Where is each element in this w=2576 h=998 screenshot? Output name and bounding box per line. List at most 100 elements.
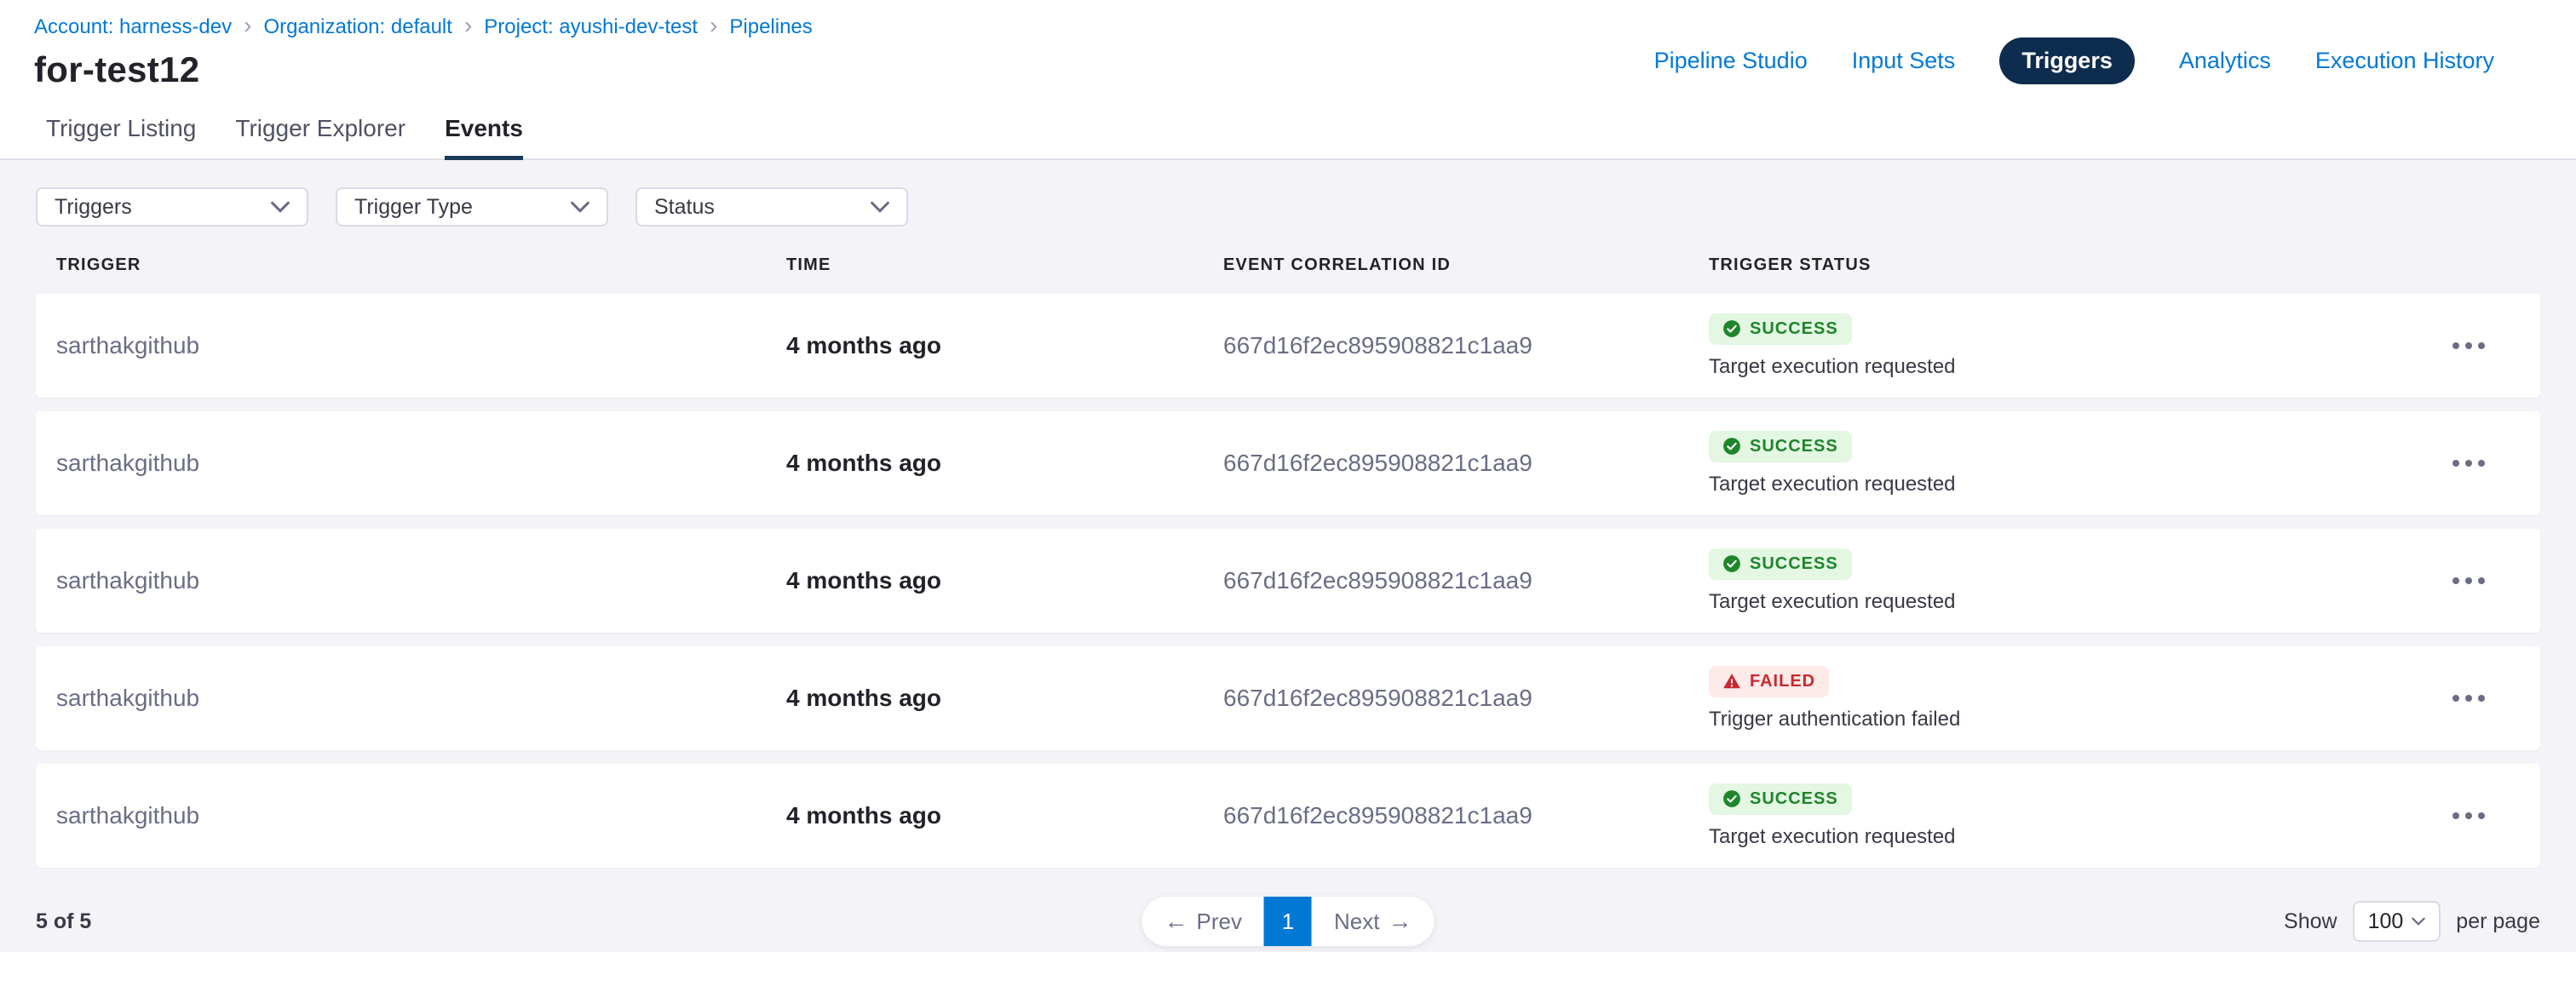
tab-trigger-explorer[interactable]: Trigger Explorer (235, 100, 405, 160)
chevron-down-icon (2412, 917, 2425, 926)
page-size-value: 100 (2368, 909, 2404, 934)
chevron-down-icon (271, 201, 290, 213)
pagination-controls: ← Prev 1 Next → (1142, 897, 1435, 946)
event-correlation-id: 667d16f2ec895908821c1aa9 (1223, 332, 1709, 359)
per-page-label: per page (2456, 909, 2540, 934)
page-size-control: Show 100 per page (2284, 901, 2540, 942)
nav-analytics[interactable]: Analytics (2179, 48, 2271, 74)
trigger-type-filter-dropdown[interactable]: Trigger Type (336, 187, 608, 227)
filter-bar: Triggers Trigger Type Status (36, 187, 2540, 227)
nav-triggers[interactable]: Triggers (1999, 37, 2135, 84)
tab-events[interactable]: Events (445, 100, 523, 160)
page-size-select[interactable]: 100 (2353, 901, 2441, 942)
check-circle-icon (1722, 319, 1741, 338)
status-badge: SUCCESS (1709, 431, 1852, 462)
check-circle-icon (1722, 789, 1741, 808)
breadcrumb-project-link[interactable]: Project: ayushi-dev-test (484, 17, 698, 37)
tab-trigger-listing[interactable]: Trigger Listing (46, 100, 196, 160)
status-filter-label: Status (654, 195, 715, 220)
chevron-right-icon: › (464, 14, 472, 37)
trigger-status-cell: SUCCESS Target execution requested (1709, 411, 2418, 515)
trigger-status-cell: SUCCESS Target execution requested (1709, 529, 2418, 633)
event-time: 4 months ago (786, 332, 1223, 359)
column-header-actions (2418, 255, 2520, 275)
table-row: sarthakgithub 4 months ago 667d16f2ec895… (36, 411, 2540, 515)
status-message: Target execution requested (1709, 590, 1956, 614)
breadcrumb-pipelines-link[interactable]: Pipelines (729, 17, 812, 37)
column-header-time: TIME (786, 255, 1223, 275)
chevron-down-icon (871, 201, 889, 213)
status-label: SUCCESS (1750, 319, 1838, 339)
status-filter-dropdown[interactable]: Status (635, 187, 908, 227)
warning-triangle-icon (1722, 672, 1741, 691)
events-content: Triggers Trigger Type Status TRIGGER TIM… (0, 160, 2576, 952)
page-number-button[interactable]: 1 (1264, 897, 1312, 946)
row-actions (2418, 567, 2520, 594)
chevron-down-icon (571, 201, 589, 213)
more-options-button[interactable] (2442, 685, 2495, 712)
prev-page-button[interactable]: ← Prev (1142, 897, 1264, 946)
status-badge: SUCCESS (1709, 548, 1852, 580)
arrow-left-icon: ← (1164, 909, 1188, 933)
column-header-trigger-status: TRIGGER STATUS (1709, 255, 2418, 275)
row-actions (2418, 450, 2520, 477)
nav-pipeline-studio[interactable]: Pipeline Studio (1654, 48, 1808, 74)
nav-execution-history[interactable]: Execution History (2315, 48, 2494, 74)
status-message: Target execution requested (1709, 355, 1956, 379)
event-correlation-id: 667d16f2ec895908821c1aa9 (1223, 450, 1709, 477)
table-row: sarthakgithub 4 months ago 667d16f2ec895… (36, 294, 2540, 398)
results-count: 5 of 5 (36, 909, 91, 934)
arrow-right-icon: → (1388, 909, 1412, 933)
triggers-filter-dropdown[interactable]: Triggers (36, 187, 308, 227)
chevron-right-icon: › (244, 14, 251, 37)
table-header-row: TRIGGER TIME EVENT CORRELATION ID TRIGGE… (36, 255, 2540, 275)
status-message: Target execution requested (1709, 825, 1956, 849)
pagination-bar: 5 of 5 ← Prev 1 Next → Show 100 per page (36, 897, 2540, 946)
trigger-tabs: Trigger Listing Trigger Explorer Events (0, 100, 2576, 160)
row-actions (2418, 685, 2520, 712)
pipeline-section-nav: Pipeline Studio Input Sets Triggers Anal… (1654, 37, 2494, 84)
trigger-name: sarthakgithub (56, 332, 786, 359)
table-row: sarthakgithub 4 months ago 667d16f2ec895… (36, 646, 2540, 750)
table-row: sarthakgithub 4 months ago 667d16f2ec895… (36, 529, 2540, 633)
column-header-event-correlation-id: EVENT CORRELATION ID (1223, 255, 1709, 275)
event-correlation-id: 667d16f2ec895908821c1aa9 (1223, 802, 1709, 829)
status-label: FAILED (1750, 672, 1815, 691)
event-correlation-id: 667d16f2ec895908821c1aa9 (1223, 685, 1709, 712)
event-time: 4 months ago (786, 802, 1223, 829)
next-page-button[interactable]: Next → (1312, 897, 1434, 946)
check-circle-icon (1722, 437, 1741, 456)
breadcrumb-organization-link[interactable]: Organization: default (263, 17, 451, 37)
show-label: Show (2284, 909, 2337, 934)
status-label: SUCCESS (1750, 789, 1838, 809)
chevron-right-icon: › (710, 14, 717, 37)
event-time: 4 months ago (786, 450, 1223, 477)
breadcrumb: Account: harness-dev › Organization: def… (34, 17, 813, 37)
trigger-name: sarthakgithub (56, 567, 786, 594)
trigger-name: sarthakgithub (56, 802, 786, 829)
trigger-status-cell: SUCCESS Target execution requested (1709, 294, 2418, 398)
more-options-button[interactable] (2442, 332, 2495, 359)
row-actions (2418, 802, 2520, 829)
trigger-type-filter-label: Trigger Type (354, 195, 473, 220)
prev-label: Prev (1197, 909, 1242, 935)
status-message: Trigger authentication failed (1709, 708, 1960, 731)
status-label: SUCCESS (1750, 437, 1838, 456)
nav-input-sets[interactable]: Input Sets (1852, 48, 1956, 74)
more-options-button[interactable] (2442, 802, 2495, 829)
status-label: SUCCESS (1750, 554, 1838, 574)
column-header-trigger: TRIGGER (56, 255, 786, 275)
breadcrumb-account-link[interactable]: Account: harness-dev (34, 17, 232, 37)
trigger-status-cell: FAILED Trigger authentication failed (1709, 646, 2418, 750)
header-left: Account: harness-dev › Organization: def… (34, 17, 813, 90)
check-circle-icon (1722, 554, 1741, 573)
page-title: for-test12 (34, 49, 813, 90)
more-options-button[interactable] (2442, 450, 2495, 477)
status-message: Target execution requested (1709, 473, 1956, 496)
trigger-status-cell: SUCCESS Target execution requested (1709, 764, 2418, 868)
triggers-filter-label: Triggers (55, 195, 132, 220)
status-badge: SUCCESS (1709, 783, 1852, 815)
more-options-button[interactable] (2442, 567, 2495, 594)
trigger-name: sarthakgithub (56, 450, 786, 477)
next-label: Next (1334, 909, 1379, 935)
